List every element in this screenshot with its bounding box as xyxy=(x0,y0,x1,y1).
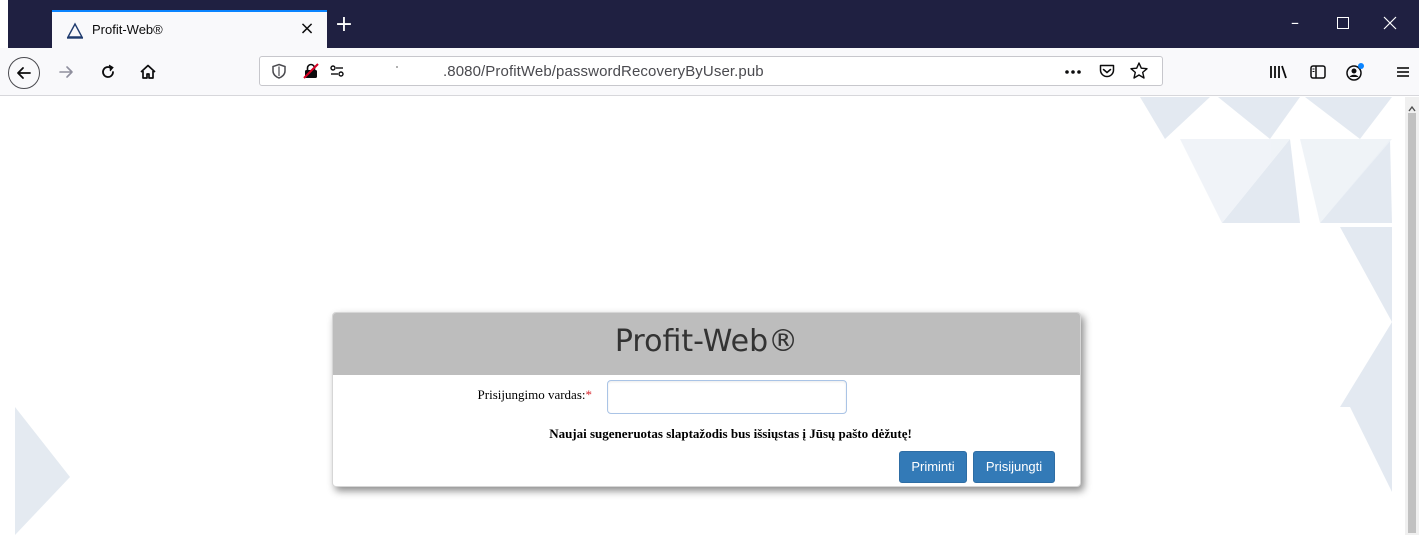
close-window-icon[interactable] xyxy=(1378,12,1402,34)
scroll-thumb[interactable] xyxy=(1408,113,1416,533)
minimize-icon[interactable]: – xyxy=(1283,12,1307,34)
page-actions-icon[interactable] xyxy=(1060,58,1086,84)
username-input[interactable] xyxy=(607,380,847,414)
page-viewport: Profit-Web® Prisijungimo vardas:* Naujai… xyxy=(0,97,1405,535)
login-button[interactable]: Prisijungti xyxy=(973,451,1055,483)
tab-bar: Profit-Web® × + – xyxy=(0,0,1419,48)
tab-close-icon[interactable]: × xyxy=(297,19,317,39)
nav-bar: .8080/ProfitWeb/passwordRecoveryByUser.p… xyxy=(0,48,1419,96)
tab-bar-edge xyxy=(0,0,8,48)
sidebar-icon[interactable] xyxy=(1305,59,1331,85)
required-asterisk: * xyxy=(585,387,593,402)
home-icon[interactable] xyxy=(135,59,161,85)
new-tab-icon[interactable]: + xyxy=(333,14,355,36)
url-host-dot xyxy=(396,66,398,68)
favicon-icon xyxy=(64,19,86,41)
menu-icon[interactable] xyxy=(1390,59,1416,85)
permissions-icon[interactable] xyxy=(324,58,350,84)
pocket-icon[interactable] xyxy=(1094,58,1120,84)
login-card: Profit-Web® Prisijungimo vardas:* Naujai… xyxy=(332,312,1081,487)
username-label-text: Prisijungimo vardas: xyxy=(477,387,586,402)
tab-profit-web[interactable]: Profit-Web® × xyxy=(52,10,327,48)
card-title: Profit-Web® xyxy=(614,324,799,359)
url-text[interactable]: .8080/ProfitWeb/passwordRecoveryByUser.p… xyxy=(443,63,764,80)
remind-button[interactable]: Priminti xyxy=(899,451,967,483)
back-icon[interactable] xyxy=(8,57,40,89)
vertical-scrollbar[interactable] xyxy=(1405,97,1419,535)
maximize-icon[interactable] xyxy=(1331,12,1355,34)
username-label: Prisijungimo vardas:* xyxy=(333,387,592,403)
scroll-up-icon[interactable] xyxy=(1406,99,1418,112)
tab-title: Profit-Web® xyxy=(92,22,163,37)
recovery-notice: Naujai sugeneruotas slaptažodis bus išsi… xyxy=(549,426,912,441)
reload-icon[interactable] xyxy=(95,59,121,85)
url-bar[interactable]: .8080/ProfitWeb/passwordRecoveryByUser.p… xyxy=(259,56,1163,86)
library-icon[interactable] xyxy=(1265,59,1291,85)
card-header: Profit-Web® xyxy=(333,313,1080,375)
shield-icon[interactable] xyxy=(266,58,292,84)
account-icon[interactable] xyxy=(1342,59,1368,85)
bookmark-star-icon[interactable] xyxy=(1126,58,1152,84)
insecure-lock-icon[interactable] xyxy=(298,58,324,84)
forward-icon[interactable] xyxy=(53,59,79,85)
